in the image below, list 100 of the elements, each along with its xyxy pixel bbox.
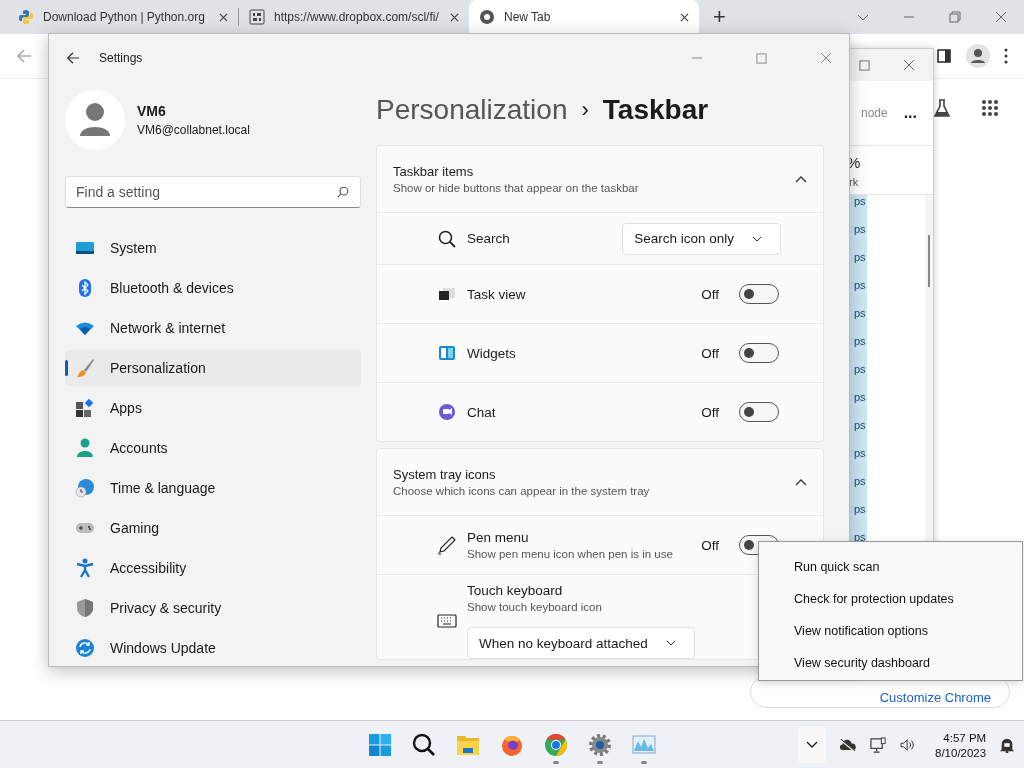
snake-logo-icon (18, 9, 34, 25)
column-subheader: rk (849, 176, 859, 188)
dropdown[interactable]: Search icon only (622, 222, 781, 255)
chat-icon (437, 403, 457, 421)
nav-item[interactable]: Privacy & security (65, 590, 361, 626)
chevron-down-icon (665, 640, 676, 646)
chevron-up-icon[interactable] (795, 478, 807, 486)
toggle-state: Off (701, 537, 719, 553)
browser-tab[interactable]: Download Python | Python.org (8, 0, 238, 34)
nav-item[interactable]: Bluetooth & devices (65, 270, 361, 306)
restore-icon[interactable] (949, 11, 961, 23)
window-title: Settings (99, 51, 143, 65)
browser-tab[interactable]: New Tab (469, 0, 699, 34)
setting-label: Pen menu (467, 530, 530, 545)
chevron-down-icon (806, 741, 818, 749)
cloud-off-icon[interactable] (839, 737, 857, 753)
nav-item[interactable]: Network & internet (65, 310, 361, 346)
table-cell-text: ps (853, 447, 867, 461)
close-icon[interactable] (219, 12, 228, 22)
scrollbar-thumb[interactable] (928, 235, 930, 287)
nav-item[interactable]: Windows Update (65, 630, 361, 666)
menu-item[interactable]: Run quick scan (759, 551, 1022, 583)
flask-icon[interactable] (932, 98, 952, 118)
nav-item[interactable]: System (65, 230, 361, 266)
table-cell-text: ps (853, 195, 867, 209)
dropdown[interactable]: When no keyboard attached (467, 627, 695, 659)
browser-tab[interactable]: https://www.dropbox.com/scl/fi/ (239, 0, 469, 34)
breadcrumb-parent[interactable]: Personalization (376, 94, 568, 126)
page-title: Taskbar (602, 94, 709, 126)
more-button[interactable]: ... (903, 104, 917, 122)
section-header[interactable]: System tray icons Choose which icons can appear in the system tray (377, 449, 823, 516)
network-icon[interactable] (870, 736, 887, 754)
setting-label: Chat (467, 404, 497, 420)
table-cell-text: ps (853, 251, 867, 265)
setting-description: Show touch keyboard icon (467, 601, 603, 613)
table-cell-text: ps (853, 279, 867, 293)
table-cell-text: ps (853, 223, 867, 237)
fox-globe-icon (500, 733, 524, 757)
close-icon[interactable] (995, 11, 1007, 23)
back-arrow-icon[interactable] (66, 51, 80, 65)
bell-snooze-icon[interactable] (999, 737, 1016, 753)
more-menu-icon[interactable] (1004, 48, 1008, 64)
search-icon (337, 186, 349, 198)
pen-icon (437, 535, 457, 555)
monitor-chart-icon (632, 733, 656, 757)
setting-description: Show pen menu icon when pen is in use (467, 548, 674, 560)
nav-item[interactable]: Apps (65, 390, 361, 426)
toggle-state: Off (701, 345, 719, 361)
toolbar-label[interactable]: node (860, 106, 888, 120)
windows-logo-icon (368, 733, 392, 757)
show-hidden-icons-button[interactable] (798, 727, 826, 763)
setting-label: Task view (467, 286, 527, 302)
user-avatar-icon (65, 90, 125, 150)
menu-item[interactable]: View security dashboard (759, 647, 1022, 679)
task-view-icon (437, 285, 457, 303)
nav-item[interactable]: Accounts (65, 430, 361, 466)
toggle-switch[interactable] (739, 402, 779, 422)
chevron-down-icon (752, 235, 762, 242)
toggle-switch[interactable] (739, 284, 779, 304)
section-header[interactable]: Taskbar items Show or hide buttons that appear on the taskbar (377, 146, 823, 213)
table-cell-text: ps (853, 391, 867, 405)
table-cell-text: ps (853, 503, 867, 517)
close-icon[interactable] (450, 12, 459, 22)
nav-item[interactable]: Time & language (65, 470, 361, 506)
search-icon (437, 229, 457, 248)
table-cell-text: ps (853, 335, 867, 349)
user-name: VM6 (137, 103, 167, 119)
toggle-state: Off (701, 286, 719, 302)
search-field[interactable]: Find a setting (65, 176, 361, 208)
table-cell-text: ps (853, 475, 867, 489)
side-panel-icon[interactable] (936, 48, 952, 64)
close-icon[interactable] (680, 12, 689, 22)
setting-label: Search (467, 231, 511, 246)
nav-item[interactable]: Gaming (65, 510, 361, 546)
accessibility-icon (75, 558, 95, 578)
apps-grid-icon[interactable] (981, 99, 999, 117)
chevron-up-icon[interactable] (795, 175, 807, 183)
clock[interactable]: 4:57 PM 8/10/2023 (935, 731, 987, 759)
breadcrumb-separator: › (581, 97, 589, 123)
nav-item[interactable]: Personalization (65, 350, 361, 386)
shield-icon (75, 598, 95, 618)
setting-label: Touch keyboard (467, 583, 564, 598)
speaker-icon[interactable] (900, 738, 916, 752)
toggle-state: Off (701, 404, 719, 420)
search-icon (412, 733, 436, 757)
toggle-switch[interactable] (739, 343, 779, 363)
section-subtitle: Choose which icons can appear in the system tray (393, 485, 651, 497)
new-tab-button[interactable]: + (705, 4, 734, 30)
close-icon[interactable] (903, 59, 915, 71)
profile-avatar-icon[interactable] (966, 44, 990, 68)
section-title: Taskbar items (393, 164, 475, 179)
gear-icon (588, 733, 612, 757)
menu-item[interactable]: Check for protection updates (759, 583, 1022, 615)
nav-item[interactable]: Accessibility (65, 550, 361, 586)
table-cell-text: ps (853, 363, 867, 377)
widgets-icon (437, 344, 457, 362)
menu-item[interactable]: View notification options (759, 615, 1022, 647)
section-subtitle: Show or hide buttons that appear on the taskbar (393, 182, 640, 194)
section-title: System tray icons (393, 467, 497, 482)
table-cell-text: ps (853, 419, 867, 433)
